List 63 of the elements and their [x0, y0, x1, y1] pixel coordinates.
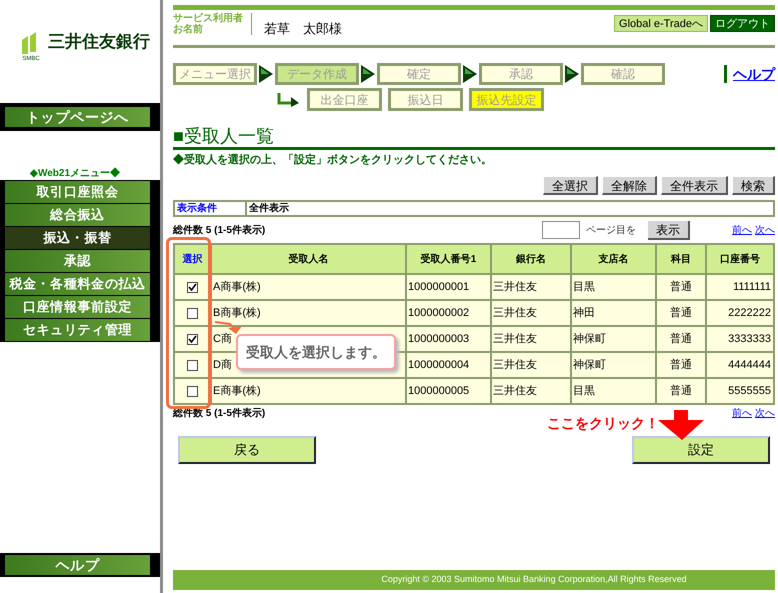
table-cell: 目黒 — [571, 378, 656, 404]
sidebar-menu-item[interactable]: 総合振込 — [5, 204, 150, 226]
column-header: 受取人名 — [211, 244, 406, 274]
table-cell: E商事(株) — [211, 378, 406, 404]
table-cell: 三井住友 — [491, 378, 571, 404]
top-page-button[interactable]: トップページへ — [5, 107, 150, 127]
row-checkbox[interactable] — [187, 386, 198, 398]
sidebar-menu-item[interactable]: 口座情報事前設定 — [5, 296, 150, 318]
sidebar-menu-item[interactable]: 取引口座照会 — [5, 181, 150, 203]
page-suffix: ページ目を — [586, 224, 636, 238]
step-arrow-icon — [259, 65, 273, 83]
branch-arrow-icon — [277, 92, 301, 106]
row-checkbox[interactable] — [187, 360, 198, 372]
substep-indicator: 出金口座 — [307, 88, 382, 111]
help-link[interactable]: ヘルプ — [733, 64, 775, 84]
table-cell: 1000000005 — [406, 378, 491, 404]
logout-button[interactable]: ログアウト — [710, 15, 775, 32]
condition-value: 全件表示 — [248, 202, 289, 215]
next-link[interactable]: 次へ — [755, 222, 775, 238]
table-cell: 5555555 — [706, 378, 774, 404]
menu-title: ◆Web21メニュー◆ — [28, 168, 122, 180]
row-checkbox[interactable] — [187, 308, 198, 320]
user-label: サービス利用者 お名前 — [173, 13, 252, 35]
step-arrow-icon — [565, 65, 579, 83]
table-cell: 普通 — [656, 378, 706, 404]
show-page-button[interactable]: 表示 — [648, 220, 690, 240]
sidebar-menu-item[interactable]: 承認 — [5, 250, 150, 272]
toolbar-button[interactable]: 全解除 — [602, 176, 657, 195]
toolbar-button[interactable]: 全選択 — [543, 176, 598, 195]
sidebar-menu-item[interactable]: セキュリティ管理 — [5, 319, 150, 341]
help-button[interactable]: ヘルプ — [5, 555, 150, 575]
step-indicator: 確定 — [377, 63, 461, 85]
sidebar-menu-item[interactable]: 税金・各種料金の払込 — [5, 273, 150, 295]
condition-label: 表示条件 — [175, 202, 247, 215]
step-arrow-icon — [361, 65, 375, 83]
pointer-arrow-icon — [214, 321, 244, 334]
prev-link[interactable]: 前へ — [732, 406, 752, 421]
substep-indicator: 振込日 — [388, 88, 463, 111]
sidebar-menu-item[interactable]: 振込・振替 — [5, 227, 150, 249]
global-etrade-button[interactable]: Global e-Tradeへ — [614, 15, 708, 32]
submit-button[interactable]: 設定 — [632, 436, 770, 464]
callout: 受取人を選択します。 — [236, 334, 396, 370]
footer-bar: Copyright © 2003 Sumitomo Mitsui Banking Corporation,All Rights Reserved — [173, 570, 775, 590]
step-indicator: メニュー選択 — [173, 63, 257, 85]
click-hint: ここをクリック！ — [547, 414, 659, 433]
row-checkbox[interactable] — [187, 282, 198, 294]
user-name: 若草 太郎様 — [264, 20, 342, 38]
page-title: ■受取人一覧 — [173, 125, 274, 147]
step-indicator: 承認 — [479, 63, 563, 85]
step-indicator: 確認 — [581, 63, 665, 85]
bank-name: 三井住友銀行 — [48, 31, 150, 54]
toolbar-button[interactable]: 検索 — [732, 176, 775, 195]
prev-link[interactable]: 前へ — [732, 222, 752, 238]
substep-indicator: 振込先設定 — [469, 88, 544, 111]
page-number-field[interactable] — [542, 221, 580, 239]
step-indicator: データ作成 — [275, 63, 359, 85]
step-arrow-icon — [463, 65, 477, 83]
toolbar-button[interactable]: 全件表示 — [661, 176, 728, 195]
record-count: 総件数 5 (1-5件表示) — [173, 224, 266, 238]
back-button[interactable]: 戻る — [178, 436, 316, 464]
next-link[interactable]: 次へ — [755, 406, 775, 421]
instruction-text: ◆受取人を選択の上、「設定」ボタンをクリックしてください。 — [173, 153, 493, 167]
row-checkbox[interactable] — [187, 334, 198, 346]
